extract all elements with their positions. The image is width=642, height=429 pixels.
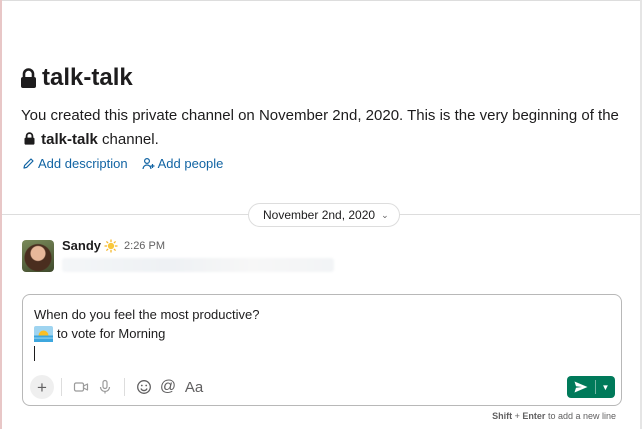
add-people-link[interactable]: Add people bbox=[142, 156, 224, 171]
toolbar-divider bbox=[61, 378, 62, 396]
intro-channel-name: talk-talk bbox=[41, 131, 98, 148]
sender-name[interactable]: Sandy bbox=[62, 238, 101, 253]
composer-line-1: When do you feel the most productive? bbox=[34, 307, 260, 322]
channel-title: talk-talk bbox=[20, 64, 133, 92]
sun-status-icon bbox=[104, 239, 118, 252]
hint-key-shift: Shift bbox=[492, 411, 513, 421]
formatting-button[interactable]: Aa bbox=[180, 375, 208, 399]
toolbar-divider bbox=[124, 378, 125, 396]
lock-icon bbox=[21, 67, 36, 88]
hint-plus: + bbox=[514, 411, 520, 421]
lock-icon bbox=[24, 132, 35, 145]
video-clip-button[interactable] bbox=[69, 375, 93, 399]
composer-line-2: to vote for Morning bbox=[34, 324, 259, 343]
chevron-down-icon: ⌄ bbox=[381, 209, 389, 220]
avatar[interactable] bbox=[22, 240, 54, 272]
message-body-redacted bbox=[62, 258, 334, 272]
add-description-label: Add description bbox=[38, 156, 128, 171]
send-icon bbox=[574, 381, 588, 393]
date-label: November 2nd, 2020 bbox=[263, 208, 376, 222]
audio-clip-button[interactable] bbox=[93, 375, 117, 399]
mention-button[interactable]: @ bbox=[156, 375, 180, 399]
composer-line-2-text: to vote for Morning bbox=[57, 326, 166, 341]
video-camera-icon bbox=[73, 382, 89, 392]
message-composer[interactable]: When do you feel the most productive? to… bbox=[22, 294, 622, 406]
sunrise-icon bbox=[34, 325, 53, 342]
smiley-icon bbox=[137, 380, 151, 394]
emoji-button[interactable] bbox=[132, 375, 156, 399]
intro-text: You created this private channel on Nove… bbox=[21, 107, 619, 124]
microphone-icon bbox=[99, 379, 111, 394]
add-people-label: Add people bbox=[157, 156, 224, 171]
send-button-group: ▼ bbox=[567, 376, 615, 398]
text-cursor bbox=[34, 346, 35, 361]
date-divider-button[interactable]: November 2nd, 2020 ⌄ bbox=[248, 203, 400, 227]
channel-intro: You created this private channel on Nove… bbox=[21, 104, 631, 152]
composer-input[interactable]: When do you feel the most productive? to… bbox=[34, 305, 259, 361]
send-button[interactable] bbox=[567, 376, 595, 398]
channel-actions: Add description Add people bbox=[22, 156, 223, 171]
pencil-icon bbox=[23, 158, 34, 169]
intro-text-end: channel. bbox=[102, 131, 159, 148]
message-header: Sandy 2:26 PM bbox=[62, 238, 165, 253]
channel-title-text: talk-talk bbox=[42, 64, 133, 91]
hint-text: to add a new line bbox=[547, 411, 616, 421]
composer-toolbar: + @ Aa bbox=[30, 375, 208, 399]
composer-hint: Shift + Enter to add a new line bbox=[492, 411, 616, 421]
attach-plus-button[interactable]: + bbox=[30, 375, 54, 399]
hint-key-enter: Enter bbox=[522, 411, 546, 421]
window-top-border bbox=[0, 0, 642, 1]
schedule-send-chevron[interactable]: ▼ bbox=[596, 376, 615, 398]
message-timestamp[interactable]: 2:26 PM bbox=[124, 240, 165, 252]
add-description-link[interactable]: Add description bbox=[22, 156, 128, 171]
add-person-icon bbox=[142, 157, 155, 170]
